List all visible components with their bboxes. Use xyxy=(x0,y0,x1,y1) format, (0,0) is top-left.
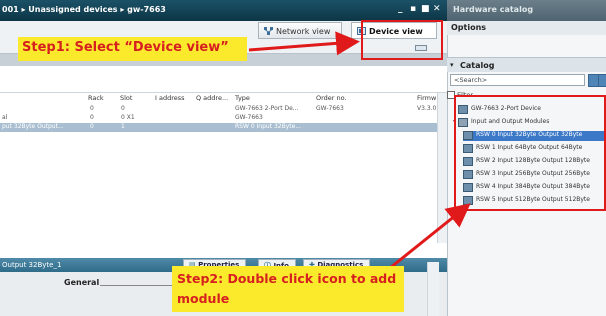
arrow-to-catalog xyxy=(384,203,471,274)
arrow-to-device-view xyxy=(248,31,360,56)
step2-callout: Step2: Double click icon to add module xyxy=(172,266,404,312)
step1-callout: Step1: Select “Device view” xyxy=(18,37,247,61)
